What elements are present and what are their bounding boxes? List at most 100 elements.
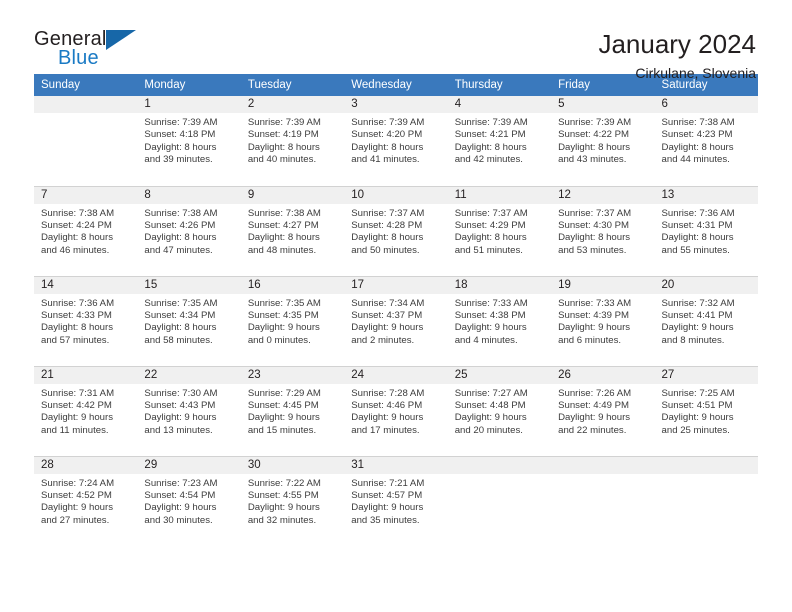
daylight-text-line2: and 35 minutes. [351, 514, 420, 526]
daylight-text-line2: and 32 minutes. [247, 514, 317, 526]
sunrise-text: Sunrise: 7:24 AM [41, 477, 115, 489]
daylight-text-line2: and 57 minutes. [41, 334, 110, 346]
day-details: Sunrise: 7:38 AM Sunset: 4:26 PM Daylight:… [137, 204, 240, 258]
sunrise-text: Sunrise: 7:22 AM [247, 477, 321, 489]
daylight-text-line1: Daylight: 8 hours [454, 141, 527, 153]
day-number: 3 [344, 96, 448, 113]
sunrise-text: Sunrise: 7:30 AM [144, 387, 218, 399]
daylight-text-line1: Daylight: 8 hours [247, 141, 320, 153]
calendar-day-cell[interactable]: 1 Sunrise: 7:39 AM Sunset: 4:18 PM Daylight… [137, 96, 241, 186]
sunset-text: Sunset: 4:54 PM [144, 489, 216, 501]
calendar-empty-cell [447, 455, 552, 546]
day-number: 17 [344, 276, 448, 294]
sunset-text: Sunset: 4:27 PM [247, 219, 319, 231]
sunrise-text: Sunrise: 7:37 AM [351, 207, 425, 219]
day-details: Sunrise: 7:39 AM Sunset: 4:18 PM Daylight:… [137, 113, 240, 167]
calendar-day-cell[interactable]: 13 Sunrise: 7:36 AM Sunset: 4:31 PM Dayligh… [654, 185, 758, 276]
calendar-day-cell[interactable]: 8 Sunrise: 7:38 AM Sunset: 4:26 PM Daylight… [137, 185, 241, 276]
sunset-text: Sunset: 4:22 PM [558, 129, 630, 141]
weekday-header-thursday: Thursday [447, 74, 552, 96]
calendar-day-cell[interactable]: 23 Sunrise: 7:29 AM Sunset: 4:45 PM Dayligh… [240, 365, 345, 456]
calendar-day-cell[interactable]: 4 Sunrise: 7:39 AM Sunset: 4:21 PM Daylight… [447, 96, 552, 186]
daylight-text-line2: and 43 minutes. [558, 154, 627, 166]
calendar-week-row: 14 Sunrise: 7:36 AM Sunset: 4:33 PM Dayligh… [34, 275, 758, 366]
day-details: Sunrise: 7:24 AM Sunset: 4:52 PM Daylight:… [34, 474, 137, 528]
calendar-day-cell[interactable]: 5 Sunrise: 7:39 AM Sunset: 4:22 PM Daylight… [551, 96, 655, 186]
day-details: Sunrise: 7:30 AM Sunset: 4:43 PM Daylight:… [137, 384, 240, 438]
daylight-text-line2: and 42 minutes. [454, 154, 523, 166]
calendar-day-cell[interactable]: 31 Sunrise: 7:21 AM Sunset: 4:57 PM Dayligh… [344, 455, 448, 546]
sunset-text: Sunset: 4:43 PM [144, 399, 216, 411]
general-blue-logo[interactable]: General Blue [34, 28, 142, 74]
calendar-day-cell[interactable]: 14 Sunrise: 7:36 AM Sunset: 4:33 PM Dayligh… [34, 275, 138, 366]
sunset-text: Sunset: 4:23 PM [661, 129, 733, 141]
sunrise-text: Sunrise: 7:33 AM [454, 297, 528, 309]
calendar-day-cell[interactable]: 12 Sunrise: 7:37 AM Sunset: 4:30 PM Dayligh… [551, 185, 655, 276]
sunrise-text: Sunrise: 7:37 AM [558, 207, 632, 219]
weekday-header-monday: Monday [137, 74, 241, 96]
day-details: Sunrise: 7:39 AM Sunset: 4:20 PM Daylight:… [344, 113, 447, 167]
day-number: 21 [34, 366, 138, 384]
day-number: 26 [551, 366, 655, 384]
day-number: 4 [447, 96, 552, 113]
calendar-day-cell[interactable]: 24 Sunrise: 7:28 AM Sunset: 4:46 PM Dayligh… [344, 365, 448, 456]
day-number: 2 [240, 96, 345, 113]
sunset-text: Sunset: 4:52 PM [41, 489, 112, 501]
sunset-text: Sunset: 4:33 PM [41, 309, 112, 321]
day-number: 24 [344, 366, 448, 384]
daylight-text-line1: Daylight: 9 hours [247, 322, 320, 334]
calendar-day-cell[interactable]: 28 Sunrise: 7:24 AM Sunset: 4:52 PM Dayligh… [34, 455, 138, 546]
sunset-text: Sunset: 4:29 PM [454, 219, 526, 231]
calendar-day-cell[interactable]: 19 Sunrise: 7:33 AM Sunset: 4:39 PM Dayligh… [551, 275, 655, 366]
daylight-text-line1: Daylight: 9 hours [558, 322, 631, 334]
sunset-text: Sunset: 4:31 PM [661, 219, 733, 231]
daylight-text-line2: and 58 minutes. [144, 334, 213, 346]
calendar-day-cell[interactable]: 17 Sunrise: 7:34 AM Sunset: 4:37 PM Dayligh… [344, 275, 448, 366]
month-calendar: Sunday Monday Tuesday Wednesday Thursday Frid… [34, 74, 758, 546]
day-details: Sunrise: 7:33 AM Sunset: 4:38 PM Daylight:… [448, 294, 551, 348]
sunrise-text: Sunrise: 7:25 AM [661, 387, 735, 399]
daylight-text-line2: and 39 minutes. [144, 154, 213, 166]
sunrise-text: Sunrise: 7:39 AM [558, 117, 632, 128]
sunrise-text: Sunrise: 7:38 AM [144, 207, 218, 219]
day-number: 13 [654, 186, 758, 204]
day-details: Sunrise: 7:36 AM Sunset: 4:31 PM Daylight:… [655, 204, 758, 258]
day-number: 29 [137, 456, 241, 474]
sunset-text: Sunset: 4:48 PM [454, 399, 526, 411]
day-number: 15 [137, 276, 241, 294]
calendar-day-cell[interactable]: 26 Sunrise: 7:26 AM Sunset: 4:49 PM Dayligh… [551, 365, 655, 456]
calendar-day-cell[interactable]: 18 Sunrise: 7:33 AM Sunset: 4:38 PM Dayligh… [447, 275, 552, 366]
day-details: Sunrise: 7:31 AM Sunset: 4:42 PM Daylight:… [34, 384, 137, 438]
calendar-day-cell[interactable]: 11 Sunrise: 7:37 AM Sunset: 4:29 PM Dayligh… [447, 185, 552, 276]
calendar-day-cell[interactable]: 15 Sunrise: 7:35 AM Sunset: 4:34 PM Dayligh… [137, 275, 241, 366]
calendar-day-cell[interactable]: 10 Sunrise: 7:37 AM Sunset: 4:28 PM Dayligh… [344, 185, 448, 276]
calendar-day-cell[interactable]: 16 Sunrise: 7:35 AM Sunset: 4:35 PM Dayligh… [240, 275, 345, 366]
calendar-week-row: 7 Sunrise: 7:38 AM Sunset: 4:24 PM Daylight… [34, 185, 758, 276]
daylight-text-line2: and 13 minutes. [144, 424, 213, 436]
day-details: Sunrise: 7:26 AM Sunset: 4:49 PM Daylight:… [551, 384, 654, 438]
day-number: 14 [34, 276, 138, 294]
calendar-day-cell[interactable]: 29 Sunrise: 7:23 AM Sunset: 4:54 PM Dayligh… [137, 455, 241, 546]
calendar-day-cell[interactable]: 27 Sunrise: 7:25 AM Sunset: 4:51 PM Dayligh… [654, 365, 758, 456]
sunset-text: Sunset: 4:26 PM [144, 219, 216, 231]
weekday-header-tuesday: Tuesday [240, 74, 345, 96]
daylight-text-line2: and 48 minutes. [247, 244, 317, 256]
calendar-day-cell[interactable]: 2 Sunrise: 7:39 AM Sunset: 4:19 PM Daylight… [240, 96, 345, 186]
day-details: Sunrise: 7:34 AM Sunset: 4:37 PM Daylight:… [344, 294, 447, 348]
page-header: General Blue January 2024 Cirkulane, Slo… [34, 0, 758, 81]
calendar-day-cell[interactable]: 6 Sunrise: 7:38 AM Sunset: 4:23 PM Daylight… [654, 96, 758, 186]
daylight-text-line2: and 0 minutes. [247, 334, 311, 346]
calendar-day-cell[interactable]: 7 Sunrise: 7:38 AM Sunset: 4:24 PM Daylight… [34, 185, 138, 276]
calendar-day-cell[interactable]: 9 Sunrise: 7:38 AM Sunset: 4:27 PM Daylight… [240, 185, 345, 276]
day-details: Sunrise: 7:22 AM Sunset: 4:55 PM Daylight:… [241, 474, 344, 528]
calendar-day-cell[interactable]: 3 Sunrise: 7:39 AM Sunset: 4:20 PM Daylight… [344, 96, 448, 186]
calendar-empty-cell [654, 455, 758, 546]
calendar-day-cell[interactable]: 22 Sunrise: 7:30 AM Sunset: 4:43 PM Dayligh… [137, 365, 241, 456]
calendar-day-cell[interactable]: 20 Sunrise: 7:32 AM Sunset: 4:41 PM Dayligh… [654, 275, 758, 366]
calendar-day-cell[interactable]: 25 Sunrise: 7:27 AM Sunset: 4:48 PM Dayligh… [447, 365, 552, 456]
sunset-text: Sunset: 4:35 PM [247, 309, 319, 321]
sunrise-text: Sunrise: 7:37 AM [454, 207, 528, 219]
daylight-text-line1: Daylight: 9 hours [351, 502, 424, 514]
calendar-day-cell[interactable]: 30 Sunrise: 7:22 AM Sunset: 4:55 PM Dayligh… [240, 455, 345, 546]
calendar-day-cell[interactable]: 21 Sunrise: 7:31 AM Sunset: 4:42 PM Dayligh… [34, 365, 138, 456]
